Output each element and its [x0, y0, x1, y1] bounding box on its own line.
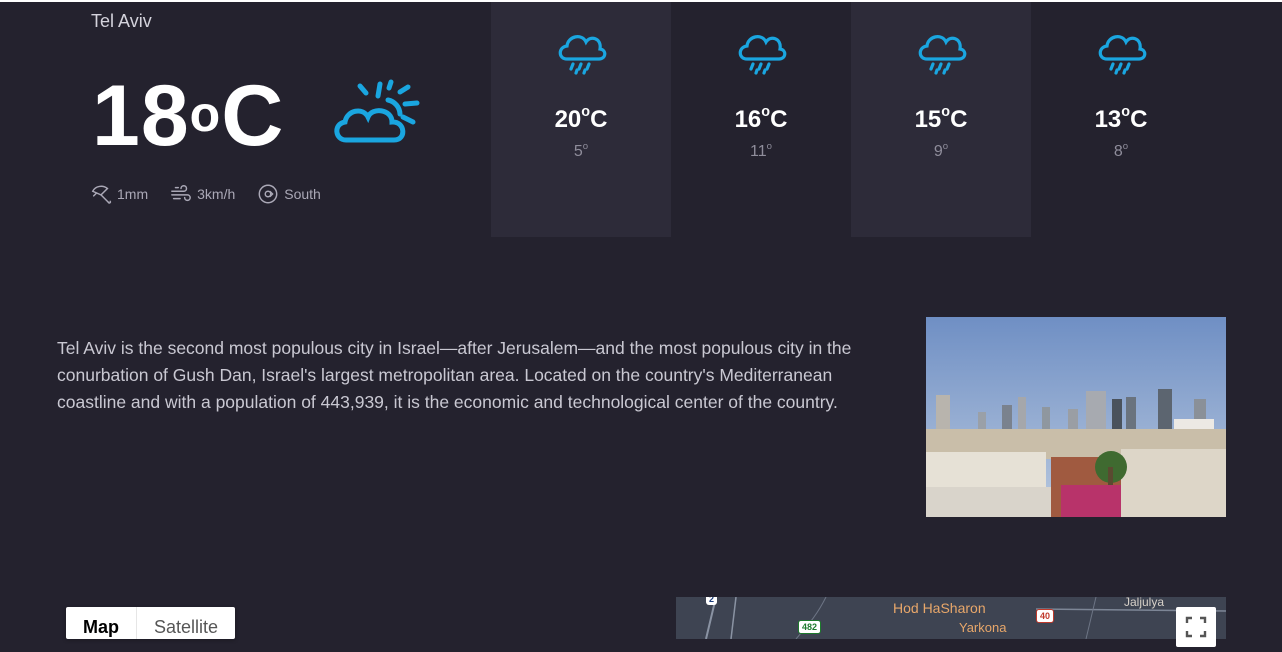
forecast-low: 9o: [933, 141, 949, 160]
forecast-high: 16oC: [734, 104, 788, 133]
wind-speed-value: 3km/h: [197, 186, 236, 202]
forecast-low: 11o: [750, 141, 772, 160]
wind-direction-value: South: [284, 186, 321, 202]
forecast-day: 13oC 8o: [1031, 2, 1211, 237]
map-tab-map[interactable]: Map: [66, 607, 136, 639]
current-temperature: 18oC: [92, 66, 284, 178]
umbrella-icon: [91, 185, 112, 204]
fullscreen-button[interactable]: [1176, 607, 1216, 647]
weather-metrics: 1mm 3km/h South: [90, 183, 321, 205]
forecast-low: 8o: [1113, 141, 1129, 160]
precipitation-metric: 1mm: [90, 183, 148, 205]
degree-mark: o: [189, 86, 222, 142]
rain-cloud-icon: [1098, 35, 1147, 75]
road-shield: 482: [798, 620, 822, 634]
forecast-day: 15oC 9o: [851, 2, 1031, 237]
road-shield: 40: [1036, 609, 1055, 623]
forecast-day: 20oC 5o: [491, 2, 671, 237]
wind-direction-metric: South: [257, 183, 321, 205]
map-place-label: Jaljulya: [1124, 597, 1165, 609]
forecast-strip: 20oC 5o 16oC 11o 15oC 9o 13oC 8o: [491, 2, 1211, 237]
map-place-label: Yarkona: [959, 620, 1007, 635]
partly-cloudy-sun-icon: [334, 79, 420, 143]
forecast-high: 13oC: [1094, 104, 1148, 133]
map-place-label: Hod HaSharon: [893, 600, 986, 616]
precipitation-value: 1mm: [117, 186, 149, 202]
forecast-high: 15oC: [914, 104, 968, 133]
wind-icon: [171, 185, 191, 202]
city-name: Tel Aviv: [91, 11, 152, 31]
road-shield: 2: [706, 597, 718, 605]
city-skyline-photo: [926, 317, 1226, 517]
forecast-high: 20oC: [554, 104, 608, 133]
rain-cloud-icon: [738, 35, 787, 75]
forecast-low: 5o: [573, 141, 589, 160]
forecast-day: 16oC 11o: [671, 2, 851, 237]
map-view[interactable]: 2 482 40 Hod HaSharon Yarkona Jaljulya: [676, 597, 1226, 639]
city-description: Tel Aviv is the second most populous cit…: [57, 338, 852, 412]
temperature-value: 18: [92, 68, 190, 164]
wind-speed-metric: 3km/h: [170, 183, 235, 205]
temperature-unit: C: [221, 68, 285, 164]
fullscreen-icon: [1185, 616, 1207, 638]
compass-icon: [258, 184, 278, 204]
map-type-control: Map Satellite: [66, 607, 236, 639]
rain-cloud-icon: [558, 35, 607, 75]
map-tab-satellite[interactable]: Satellite: [136, 607, 235, 639]
rain-cloud-icon: [918, 35, 967, 75]
